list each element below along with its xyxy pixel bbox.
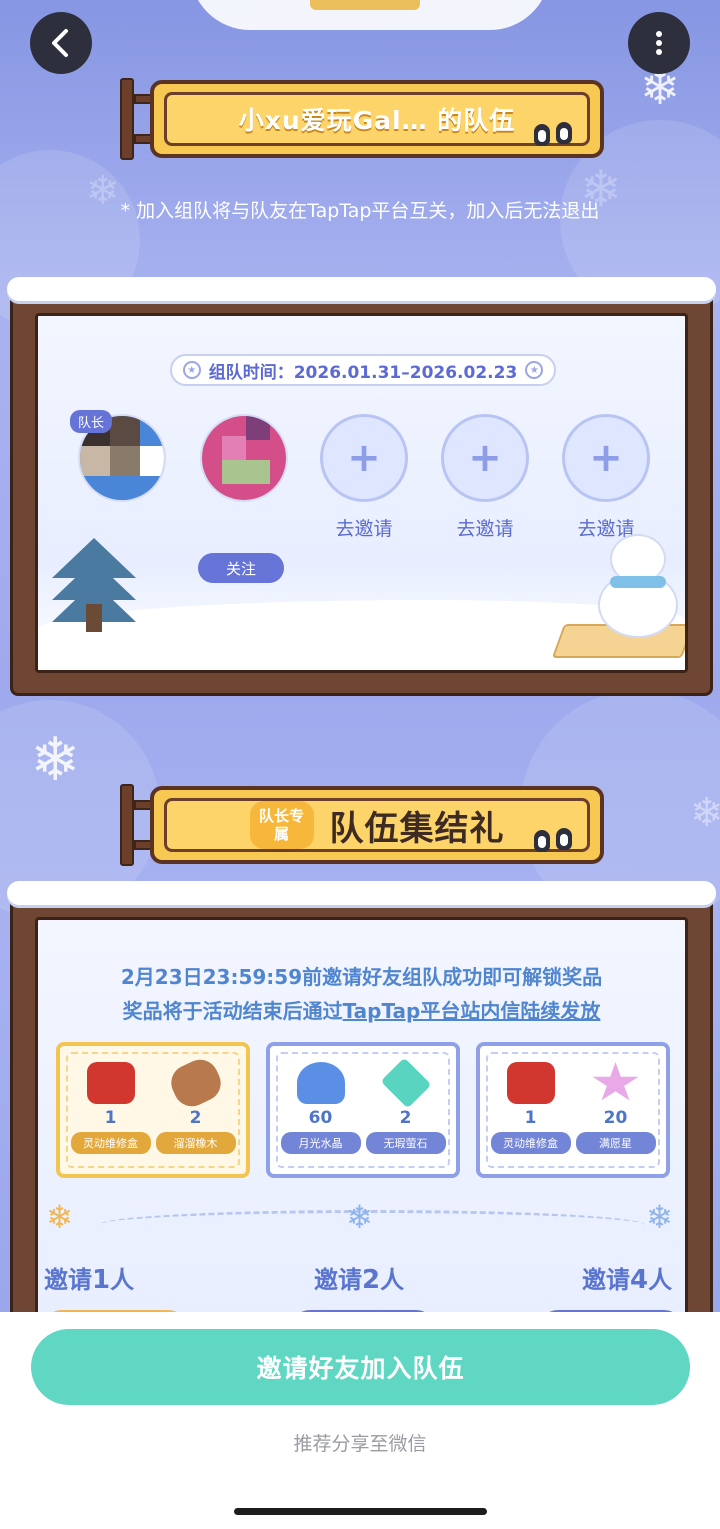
- reward-item-qty: 20: [603, 1108, 628, 1128]
- plus-icon: +: [441, 414, 529, 502]
- reward-item-name: 灵动维修盒: [490, 1132, 571, 1154]
- tier-count: 2: [362, 1265, 381, 1295]
- tier-prefix: 邀请: [314, 1266, 362, 1294]
- tier-suffix: 人: [380, 1266, 405, 1294]
- tier-label-3: 邀请4人: [582, 1260, 672, 1295]
- invite-friends-button[interactable]: 邀请好友加入队伍: [31, 1329, 690, 1405]
- tier-suffix: 人: [110, 1266, 135, 1294]
- invite-slot-1[interactable]: + 去邀请: [320, 414, 408, 541]
- penguin-icon: [534, 124, 550, 146]
- star-badge-icon: ★: [182, 361, 201, 379]
- plus-icon: +: [320, 414, 408, 502]
- follow-button[interactable]: 关注: [198, 553, 284, 583]
- toolbox-icon: [86, 1062, 135, 1104]
- rewards-description: 2月23日23:59:59前邀请好友组队成功即可解锁奖品 奖品将于活动结束后通过…: [38, 960, 685, 1028]
- member-leader[interactable]: 队长: [70, 410, 166, 502]
- reward-item-name: 月光水晶: [280, 1132, 361, 1154]
- rewards-deadline-text: 2月23日23:59:59前邀请好友组队成功即可解锁奖品: [120, 965, 603, 989]
- reward-item-qty: 1: [104, 1108, 117, 1128]
- tier-prefix: 邀请: [582, 1266, 630, 1294]
- avatar: [200, 414, 288, 502]
- reward-item: 2 无瑕萤石: [364, 1057, 448, 1166]
- reward-item: 20 满愿星: [574, 1058, 658, 1166]
- reward-item-name: 满愿星: [575, 1132, 656, 1154]
- snowflake-icon: ❄: [346, 1198, 373, 1236]
- chevron-left-icon: [52, 29, 68, 57]
- more-vertical-icon: [656, 31, 662, 55]
- reward-item-qty: 2: [189, 1108, 202, 1128]
- crystal-heart-icon: [296, 1062, 345, 1104]
- reward-item-name: 无瑕萤石: [365, 1132, 446, 1154]
- share-to-wechat-link[interactable]: 推荐分享至微信: [0, 1429, 720, 1456]
- reward-item-qty: 2: [399, 1108, 412, 1128]
- reward-item: 2 溜溜橡木: [154, 1053, 238, 1166]
- rewards-delivery-text: 奖品将于活动结束后通过TapTap平台站内信陆续发放: [38, 994, 685, 1028]
- rewards-sign: 队长专属 队伍集结礼: [120, 784, 604, 866]
- tier-suffix: 人: [648, 1266, 673, 1294]
- more-button[interactable]: [628, 12, 690, 74]
- toolbox-icon: [506, 1062, 555, 1104]
- rewards-delivery-prefix: 奖品将于活动结束后通过: [122, 999, 343, 1023]
- reward-item-name: 溜溜橡木: [155, 1132, 236, 1154]
- tier-label-1: 邀请1人: [44, 1260, 134, 1295]
- tier-count: 4: [630, 1265, 649, 1295]
- reward-item-name: 灵动维修盒: [70, 1132, 151, 1154]
- bottom-action-sheet: 邀请好友加入队伍 推荐分享至微信: [0, 1312, 720, 1529]
- snow-tree-icon: [52, 538, 136, 632]
- star-icon: [592, 1062, 639, 1101]
- reward-item: 1 灵动维修盒: [489, 1058, 573, 1166]
- team-time-label: 组队时间：2026.01.31–2026.02.23: [208, 362, 518, 383]
- snowflake-icon: ❄: [646, 1198, 673, 1236]
- rewards-delivery-link[interactable]: TapTap平台站内信陆续发放: [343, 999, 601, 1023]
- reward-item: 60 月光水晶: [279, 1058, 363, 1166]
- reward-item: 1 灵动维修盒: [69, 1058, 153, 1166]
- reward-card-tier-2: 60 月光水晶 2 无瑕萤石: [266, 1042, 460, 1178]
- snowman-icon: [598, 530, 678, 640]
- team-time-pill: ★ 组队时间：2026.01.31–2026.02.23 ★: [170, 354, 556, 386]
- invite-slot-label: 去邀请: [456, 518, 514, 540]
- penguin-icon: [556, 828, 572, 850]
- team-name-sign: 小xu爱玩Gal… 的队伍: [120, 78, 604, 160]
- plus-icon: +: [562, 414, 650, 502]
- penguin-icon: [556, 122, 572, 144]
- leader-exclusive-badge: 队长专属: [249, 801, 314, 849]
- team-notice: * 加入组队将与队友在TapTap平台互关，加入后无法退出: [120, 200, 600, 222]
- back-button[interactable]: [30, 12, 92, 74]
- gem-icon: [380, 1057, 431, 1109]
- reward-card-tier-1: 1 灵动维修盒 2 溜溜橡木: [56, 1042, 250, 1178]
- team-panel: ★ 组队时间：2026.01.31–2026.02.23 ★ 队长 关注 + 去…: [35, 313, 688, 673]
- rewards-title: 队伍集结礼: [329, 808, 505, 849]
- wood-log-icon: [164, 1053, 227, 1113]
- home-indicator: [234, 1508, 487, 1515]
- star-badge-icon: ★: [525, 361, 544, 379]
- reward-item-qty: 60: [308, 1108, 333, 1128]
- invite-slot-2[interactable]: + 去邀请: [441, 414, 529, 541]
- tier-label-2: 邀请2人: [314, 1260, 404, 1295]
- member-2[interactable]: [200, 414, 288, 502]
- reward-item-qty: 1: [524, 1108, 537, 1128]
- team-frame: ★ 组队时间：2026.01.31–2026.02.23 ★ 队长 关注 + 去…: [7, 277, 716, 696]
- penguin-icon: [534, 830, 550, 852]
- tier-count: 1: [92, 1265, 111, 1295]
- leader-tag: 队长: [70, 410, 113, 433]
- team-name-title: 小xu爱玩Gal… 的队伍: [238, 106, 516, 135]
- tier-prefix: 邀请: [44, 1266, 92, 1294]
- invite-slot-label: 去邀请: [335, 518, 393, 540]
- reward-card-tier-3: 1 灵动维修盒 20 满愿星: [476, 1042, 670, 1178]
- top-banner-decoration: [190, 0, 550, 30]
- invite-slot-3[interactable]: + 去邀请: [562, 414, 650, 541]
- snowflake-icon: ❄: [46, 1198, 73, 1236]
